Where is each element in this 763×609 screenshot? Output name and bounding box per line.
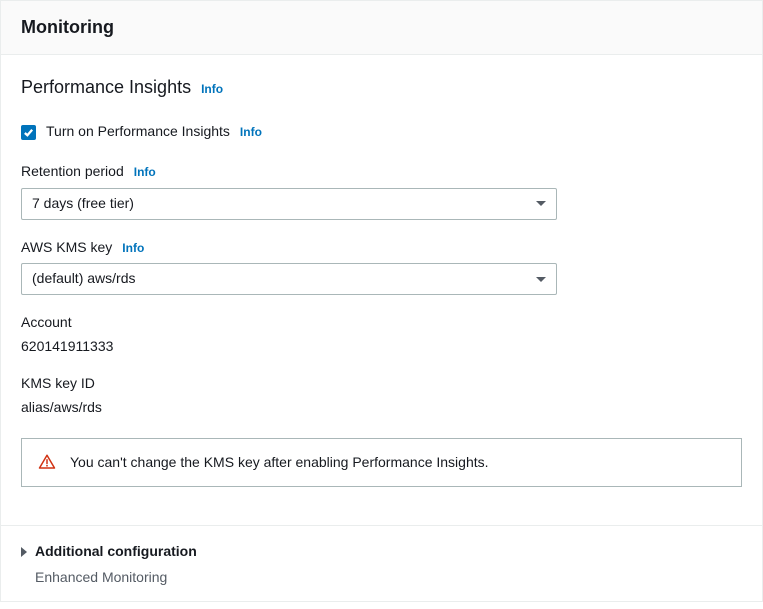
kms-label: AWS KMS key xyxy=(21,238,112,258)
warning-triangle-icon xyxy=(38,453,56,471)
section-title: Performance Insights xyxy=(21,75,191,100)
chevron-right-icon xyxy=(21,547,27,557)
caret-down-icon xyxy=(536,201,546,206)
kms-key-id-value: alias/aws/rds xyxy=(21,398,742,418)
retention-field: Retention period Info 7 days (free tier) xyxy=(21,162,742,220)
account-label: Account xyxy=(21,313,742,333)
retention-info-link[interactable]: Info xyxy=(134,164,156,181)
pi-checkbox-row: Turn on Performance Insights Info xyxy=(21,122,742,142)
section-title-row: Performance Insights Info xyxy=(21,75,742,100)
checkmark-icon xyxy=(23,127,34,138)
kms-key-id-field: KMS key ID alias/aws/rds xyxy=(21,374,742,417)
kms-label-row: AWS KMS key Info xyxy=(21,238,742,258)
monitoring-panel: Monitoring Performance Insights Info Tur… xyxy=(0,0,763,602)
kms-select-value: (default) aws/rds xyxy=(32,269,135,289)
retention-select-value: 7 days (free tier) xyxy=(32,194,134,214)
panel-body: Performance Insights Info Turn on Perfor… xyxy=(1,55,762,507)
additional-config-block: Additional configuration Enhanced Monito… xyxy=(1,526,762,601)
caret-down-icon xyxy=(536,277,546,282)
retention-label-row: Retention period Info xyxy=(21,162,742,182)
turn-on-pi-info-link[interactable]: Info xyxy=(240,124,262,141)
kms-key-id-label: KMS key ID xyxy=(21,374,742,394)
kms-warning-text: You can't change the KMS key after enabl… xyxy=(70,453,489,473)
retention-label: Retention period xyxy=(21,162,124,182)
account-value: 620141911333 xyxy=(21,337,742,357)
turn-on-pi-checkbox[interactable] xyxy=(21,125,36,140)
panel-title: Monitoring xyxy=(21,15,742,40)
panel-header: Monitoring xyxy=(1,1,762,55)
kms-select[interactable]: (default) aws/rds xyxy=(21,263,557,295)
additional-config-sub: Enhanced Monitoring xyxy=(35,568,742,588)
kms-field: AWS KMS key Info (default) aws/rds xyxy=(21,238,742,296)
additional-config-toggle[interactable]: Additional configuration xyxy=(21,542,742,562)
account-field: Account 620141911333 xyxy=(21,313,742,356)
retention-select[interactable]: 7 days (free tier) xyxy=(21,188,557,220)
additional-config-title: Additional configuration xyxy=(35,542,197,562)
turn-on-pi-label: Turn on Performance Insights xyxy=(46,122,230,142)
kms-warning-alert: You can't change the KMS key after enabl… xyxy=(21,438,742,488)
performance-insights-info-link[interactable]: Info xyxy=(201,81,223,98)
kms-info-link[interactable]: Info xyxy=(122,240,144,257)
